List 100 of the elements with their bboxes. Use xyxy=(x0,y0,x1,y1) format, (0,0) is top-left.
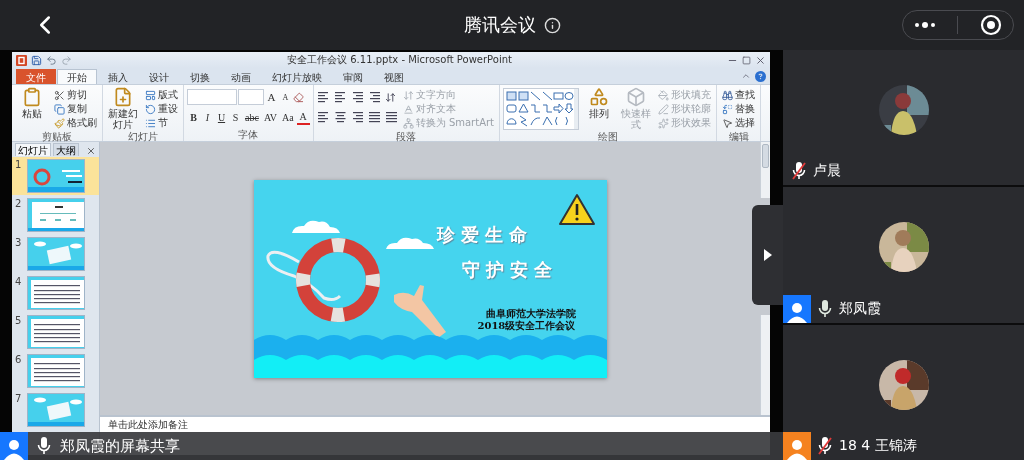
group-label: 字体 xyxy=(237,129,260,141)
slide-thumbnail[interactable] xyxy=(27,198,85,232)
user-icon xyxy=(786,438,808,460)
ribbon-button[interactable]: 节 xyxy=(143,116,180,130)
undo-icon[interactable] xyxy=(46,54,57,66)
slide-thumbnail[interactable] xyxy=(27,315,85,349)
slide-thumbnail[interactable] xyxy=(27,354,85,388)
group-label: 段落 xyxy=(395,131,418,142)
ribbon-tab[interactable]: 动画 xyxy=(221,69,261,84)
columns-icon xyxy=(384,111,398,123)
ribbon-button[interactable]: 排列 xyxy=(582,87,617,131)
close-mini-program-button[interactable] xyxy=(980,14,1003,36)
collapse-handle[interactable] xyxy=(752,205,783,305)
paintbrush-icon xyxy=(54,117,65,129)
pane-tab[interactable]: 大纲 xyxy=(53,143,79,156)
ribbon-tab[interactable]: 审阅 xyxy=(333,69,373,84)
pen-icon xyxy=(658,103,670,115)
ribbon-button[interactable]: 新建幻灯片 xyxy=(106,87,140,131)
format-button[interactable]: U xyxy=(215,109,228,125)
ribbon-button[interactable]: 格式刷 xyxy=(52,116,99,130)
help-icon[interactable] xyxy=(755,70,766,82)
pane-tab[interactable]: 幻灯片 xyxy=(15,143,51,156)
more-icon xyxy=(913,21,936,29)
new-slide-icon xyxy=(113,87,133,107)
slide-thumbnail[interactable] xyxy=(27,393,85,427)
ribbon-tab[interactable]: 插入 xyxy=(98,69,138,84)
format-button[interactable]: S xyxy=(229,109,242,125)
ribbon-tab[interactable]: 设计 xyxy=(139,69,179,84)
info-icon[interactable] xyxy=(543,16,561,34)
cloud xyxy=(385,237,434,249)
slide-number: 4 xyxy=(15,276,23,289)
ribbon-tab[interactable]: 幻灯片放映 xyxy=(262,69,332,84)
slide-thumbnail[interactable] xyxy=(27,159,85,193)
sparkle-icon xyxy=(658,117,670,129)
thumbnail-row[interactable]: 1 xyxy=(12,157,99,195)
thumbnail-row[interactable]: 3 xyxy=(12,235,99,273)
thumbnail-row[interactable]: 2 xyxy=(12,196,99,234)
shape-gallery[interactable] xyxy=(503,88,580,130)
share-label: 郑凤霞的屏幕共享 xyxy=(60,436,180,456)
shapes-icon xyxy=(589,87,610,107)
ribbon-tab[interactable]: 切换 xyxy=(180,69,220,84)
clipboard-icon xyxy=(22,87,42,107)
slide-number: 7 xyxy=(15,393,23,406)
slide-number: 1 xyxy=(15,159,23,172)
scrollbar[interactable] xyxy=(760,142,770,198)
format-button[interactable]: B xyxy=(187,109,200,125)
copy-icon xyxy=(54,103,65,115)
slide-thumbnail[interactable] xyxy=(27,237,85,271)
diagram-icon xyxy=(402,117,414,129)
warning-icon xyxy=(558,193,595,225)
scrollbar-track[interactable] xyxy=(760,315,770,415)
ribbon-button[interactable]: 版式 xyxy=(143,88,180,102)
grow-font-button[interactable]: A xyxy=(265,89,278,105)
microphone-icon xyxy=(817,298,833,319)
ribbon-tab[interactable]: 视图 xyxy=(374,69,414,84)
ribbon-button[interactable]: 粘贴 xyxy=(15,87,49,131)
thumbnail-row[interactable]: 6 xyxy=(12,352,99,390)
hand-drawing xyxy=(393,284,446,338)
ribbon-tab[interactable]: 文件 xyxy=(16,69,56,84)
collapse-ribbon-icon[interactable] xyxy=(741,71,751,81)
format-button[interactable]: I xyxy=(201,109,214,125)
close-icon[interactable] xyxy=(755,54,766,66)
layout-icon xyxy=(145,89,156,101)
ribbon-tab[interactable]: 开始 xyxy=(57,69,97,84)
thumbnail-row[interactable]: 7 xyxy=(12,391,99,429)
format-button[interactable]: Aa xyxy=(280,109,296,125)
scissors-icon xyxy=(54,89,65,101)
muted-microphone-icon xyxy=(817,436,833,456)
ribbon-button[interactable]: 查找 xyxy=(720,88,758,102)
more-button[interactable] xyxy=(913,21,936,29)
meeting-title: 腾讯会议 xyxy=(463,13,536,37)
reset-icon xyxy=(145,103,156,115)
align-right-icon xyxy=(350,111,364,123)
triangle-right-icon xyxy=(762,248,773,262)
slide-thumbnail[interactable] xyxy=(27,276,85,310)
font-field[interactable] xyxy=(187,89,237,105)
increase-indent-icon xyxy=(367,91,381,103)
bullet-list-icon xyxy=(316,91,330,103)
format-button[interactable]: A xyxy=(296,109,310,125)
decrease-indent-icon xyxy=(350,91,364,103)
ribbon-button[interactable]: 替换 xyxy=(720,102,758,116)
ribbon-button[interactable]: 选择 xyxy=(720,116,758,130)
user-icon xyxy=(3,438,25,460)
restore-icon[interactable] xyxy=(742,55,751,65)
shrink-font-button[interactable]: A xyxy=(279,89,292,105)
close-pane-button[interactable] xyxy=(86,146,96,156)
thumbnail-row[interactable]: 4 xyxy=(12,274,99,312)
ribbon-button[interactable]: 复制 xyxy=(52,102,99,116)
slide-title: 守护安全 xyxy=(461,257,558,282)
save-icon[interactable] xyxy=(31,54,42,66)
size-field[interactable] xyxy=(238,89,264,105)
format-button[interactable]: abc xyxy=(243,109,261,125)
slide-subtitle: 曲阜师范大学法学院 xyxy=(485,307,576,319)
justify-icon xyxy=(367,111,381,123)
ribbon-button[interactable]: 重设 xyxy=(143,102,180,116)
slide-number: 5 xyxy=(15,315,23,328)
thumbnail-row[interactable]: 5 xyxy=(12,313,99,351)
slide-title: 珍爱生命 xyxy=(436,222,533,247)
format-button[interactable]: AV xyxy=(261,109,280,125)
ribbon-button[interactable]: 剪切 xyxy=(52,88,99,102)
